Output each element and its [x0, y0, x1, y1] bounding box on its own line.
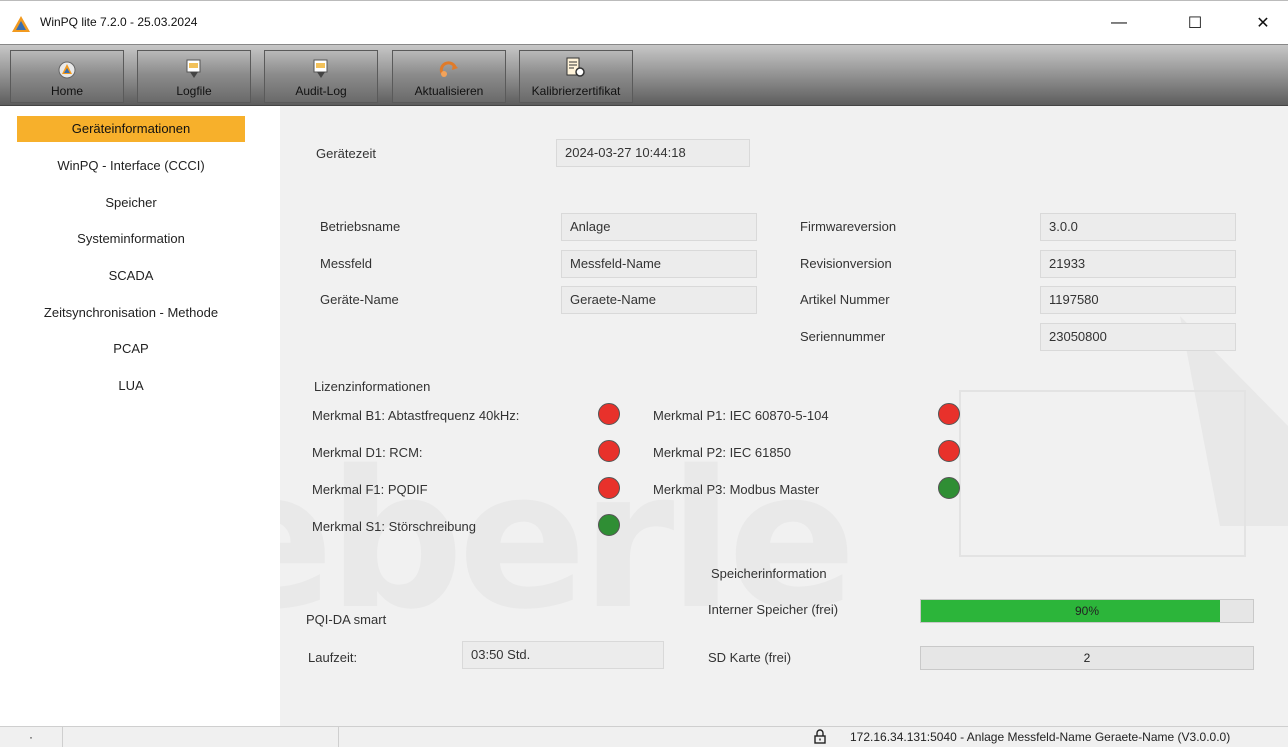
maximize-button[interactable]: ☐	[1172, 7, 1218, 39]
audit-log-button[interactable]: Audit-Log	[264, 50, 378, 103]
toolbar: Home Logfile Audit-Log Aktualisieren Kal…	[0, 44, 1288, 106]
refresh-label: Aktualisieren	[414, 84, 484, 98]
device-time-field: 2024-03-27 10:44:18	[556, 139, 750, 167]
sd-card-progress-bar: 2	[920, 646, 1254, 670]
license-p2-label: Merkmal P2: IEC 61850	[653, 445, 792, 460]
title-bar: WinPQ lite 7.2.0 - 25.03.2024 — ☐ ✕	[0, 0, 1288, 44]
calibration-certificate-button[interactable]: Kalibrierzertifikat	[519, 50, 633, 103]
license-p1-status-indicator	[938, 403, 960, 425]
internal-storage-progress-bar: 90%	[920, 599, 1254, 623]
status-bar: · 172.16.34.131:5040 - Anlage Messfeld-N…	[0, 726, 1288, 747]
sidebar-item-scada[interactable]: SCADA	[17, 263, 245, 289]
minimize-button[interactable]: —	[1096, 7, 1142, 39]
revision-version-label: Revisionversion	[800, 256, 892, 271]
sd-card-label: SD Karte (frei)	[708, 650, 792, 665]
sd-card-value: 2	[1083, 651, 1091, 665]
close-button[interactable]: ✕	[1240, 7, 1286, 39]
license-f1-status-indicator	[598, 477, 620, 499]
runtime-field: 03:50 Std.	[462, 641, 664, 669]
operation-name-field: Anlage	[561, 213, 757, 241]
storage-info-title: Speicherinformation	[711, 566, 827, 581]
sidebar-nav: Geräteinformationen WinPQ - Interface (C…	[0, 106, 280, 726]
device-name-label: Geräte-Name	[320, 292, 399, 307]
refresh-icon	[439, 61, 458, 77]
status-segment	[63, 727, 339, 747]
license-p3-status-indicator	[938, 477, 960, 499]
device-info-panel: a-eberle Gerätezeit 2024-03-27 10:44:18 …	[280, 106, 1288, 726]
license-p1-label: Merkmal P1: IEC 60870-5-104	[653, 408, 829, 423]
sidebar-item-winpq-interface[interactable]: WinPQ - Interface (CCCI)	[17, 153, 245, 179]
sidebar-item-zeitsynchronisation[interactable]: Zeitsynchronisation - Methode	[17, 300, 245, 326]
internal-storage-value: 90%	[1074, 604, 1100, 618]
measuring-field-label: Messfeld	[320, 256, 373, 271]
license-b1-label: Merkmal B1: Abtastfrequenz 40kHz:	[312, 408, 520, 423]
logfile-button[interactable]: Logfile	[137, 50, 251, 103]
runtime-label: Laufzeit:	[308, 650, 358, 665]
device-time-label: Gerätezeit	[316, 146, 376, 161]
home-icon	[58, 61, 76, 79]
refresh-button[interactable]: Aktualisieren	[392, 50, 506, 103]
lock-icon	[814, 729, 826, 744]
license-b1-status-indicator	[598, 403, 620, 425]
license-s1-status-indicator	[598, 514, 620, 536]
measuring-field-field: Messfeld-Name	[561, 250, 757, 278]
revision-version-field: 21933	[1040, 250, 1236, 278]
certificate-icon	[566, 57, 585, 77]
sidebar-item-pcap[interactable]: PCAP	[17, 336, 245, 362]
sidebar-item-systeminformation[interactable]: Systeminformation	[17, 226, 245, 252]
calibration-certificate-label: Kalibrierzertifikat	[531, 84, 621, 98]
article-number-label: Artikel Nummer	[800, 292, 890, 307]
license-d1-label: Merkmal D1: RCM:	[312, 445, 423, 460]
operation-name-label: Betriebsname	[320, 219, 401, 234]
device-name-field: Geraete-Name	[561, 286, 757, 314]
sidebar-item-lua[interactable]: LUA	[17, 373, 245, 399]
connection-status: 172.16.34.131:5040 - Anlage Messfeld-Nam…	[850, 730, 1231, 744]
logfile-label: Logfile	[176, 84, 212, 98]
firmware-version-field: 3.0.0	[1040, 213, 1236, 241]
license-f1-label: Merkmal F1: PQDIF	[312, 482, 428, 497]
home-label: Home	[50, 84, 83, 98]
license-info-title: Lizenzinformationen	[314, 379, 431, 394]
window-title: WinPQ lite 7.2.0 - 25.03.2024	[40, 15, 198, 29]
license-s1-label: Merkmal S1: Störschreibung	[312, 519, 477, 534]
pqi-device-title: PQI-DA smart	[306, 612, 387, 627]
logfile-download-icon	[186, 59, 201, 78]
app-logo-icon	[12, 16, 30, 32]
serial-number-label: Seriennummer	[800, 329, 886, 344]
license-p3-label: Merkmal P3: Modbus Master	[653, 482, 820, 497]
sidebar-item-speicher[interactable]: Speicher	[17, 190, 245, 216]
sidebar-item-geraeteinformationen[interactable]: Geräteinformationen	[17, 116, 245, 142]
firmware-version-label: Firmwareversion	[800, 219, 897, 234]
status-marker: ·	[0, 727, 63, 747]
license-d1-status-indicator	[598, 440, 620, 462]
license-p2-status-indicator	[938, 440, 960, 462]
internal-storage-label: Interner Speicher (frei)	[708, 602, 839, 617]
home-button[interactable]: Home	[10, 50, 124, 103]
serial-number-field: 23050800	[1040, 323, 1236, 351]
audit-log-download-icon	[313, 59, 328, 78]
article-number-field: 1197580	[1040, 286, 1236, 314]
audit-log-label: Audit-Log	[295, 84, 347, 98]
